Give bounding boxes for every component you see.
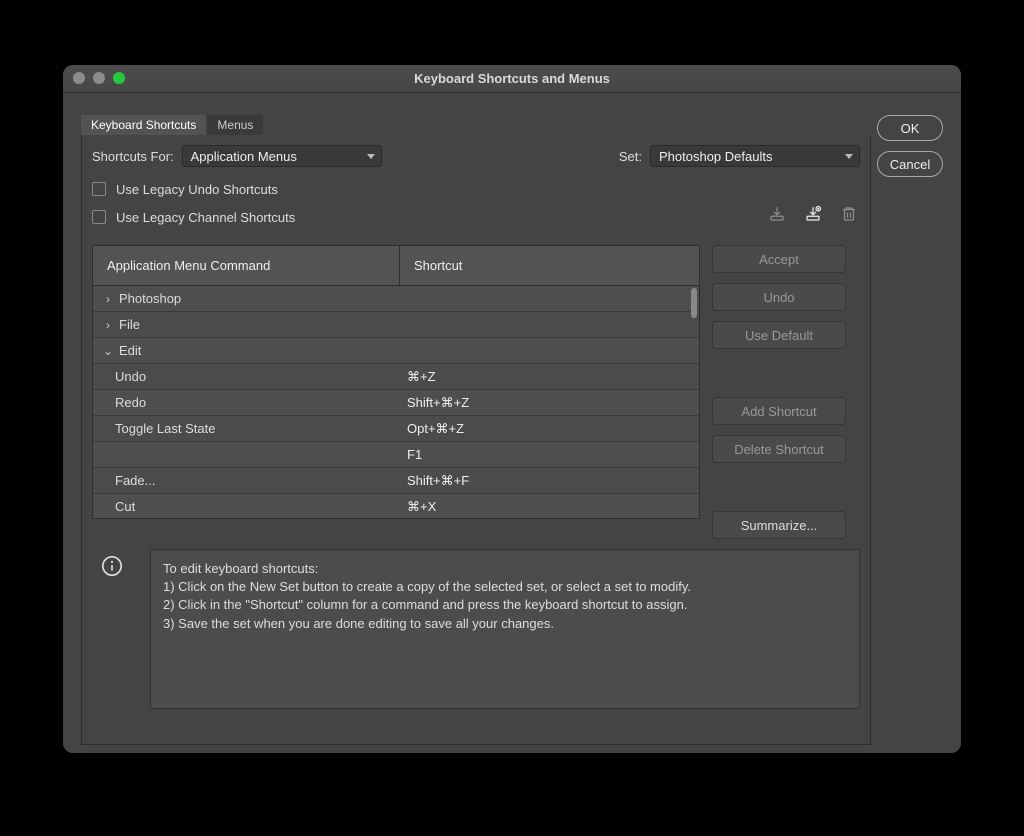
delete-shortcut-button: Delete Shortcut [712, 435, 846, 463]
table-row[interactable]: Fade... Shift+⌘+F [93, 468, 699, 494]
legacy-undo-label: Use Legacy Undo Shortcuts [116, 182, 278, 197]
help-box: To edit keyboard shortcuts: 1) Click on … [92, 549, 860, 709]
set-label: Set: [619, 149, 642, 164]
help-line-2: 2) Click in the "Shortcut" column for a … [163, 596, 847, 614]
help-line-3: 3) Save the set when you are done editin… [163, 615, 847, 633]
table-row[interactable]: Cut ⌘+X [93, 494, 699, 519]
shortcuts-table: Application Menu Command Shortcut ›Photo… [92, 245, 700, 519]
set-toolbar [768, 205, 858, 223]
main-panel: Keyboard Shortcuts Menus Shortcuts For: … [81, 115, 871, 745]
scrollbar-thumb[interactable] [691, 288, 697, 318]
accept-button: Accept [712, 245, 846, 273]
chevron-down-icon: ⌄ [97, 344, 119, 358]
column-command: Application Menu Command [93, 258, 399, 273]
table-row[interactable]: Toggle Last State Opt+⌘+Z [93, 416, 699, 442]
table-row[interactable]: F1 [93, 442, 699, 468]
summarize-button[interactable]: Summarize... [712, 511, 846, 539]
legacy-channel-label: Use Legacy Channel Shortcuts [116, 210, 295, 225]
table-row[interactable]: ⌄Edit [93, 338, 699, 364]
set-select[interactable]: Photoshop Defaults [650, 145, 860, 167]
close-window-button[interactable] [73, 72, 85, 84]
use-default-button: Use Default [712, 321, 846, 349]
table-row[interactable]: Redo Shift+⌘+Z [93, 390, 699, 416]
ok-button[interactable]: OK [877, 115, 943, 141]
tab-keyboard-shortcuts[interactable]: Keyboard Shortcuts [81, 115, 206, 135]
maximize-window-button[interactable] [113, 72, 125, 84]
help-line-1: 1) Click on the New Set button to create… [163, 578, 847, 596]
chevron-right-icon: › [97, 292, 119, 306]
delete-set-icon[interactable] [840, 205, 858, 223]
tab-bar: Keyboard Shortcuts Menus [81, 115, 871, 135]
save-set-icon[interactable] [768, 205, 786, 223]
side-buttons: Accept Undo Use Default Add Shortcut Del… [712, 245, 846, 539]
tab-menus[interactable]: Menus [207, 115, 263, 135]
legacy-channel-checkbox[interactable] [92, 210, 106, 224]
table-row[interactable]: ›File [93, 312, 699, 338]
legacy-undo-checkbox[interactable] [92, 182, 106, 196]
table-row[interactable]: ›Photoshop [93, 286, 699, 312]
new-set-icon[interactable] [804, 205, 822, 223]
help-heading: To edit keyboard shortcuts: [163, 560, 847, 578]
cancel-button[interactable]: Cancel [877, 151, 943, 177]
dialog-content: OK Cancel Keyboard Shortcuts Menus Short… [63, 93, 961, 753]
table-row[interactable]: Undo ⌘+Z [93, 364, 699, 390]
add-shortcut-button: Add Shortcut [712, 397, 846, 425]
info-icon [92, 549, 132, 709]
selector-row: Shortcuts For: Application Menus Set: Ph… [92, 145, 860, 167]
window-controls [73, 72, 125, 84]
chevron-right-icon: › [97, 318, 119, 332]
shortcuts-for-select[interactable]: Application Menus [182, 145, 382, 167]
titlebar: Keyboard Shortcuts and Menus [63, 65, 961, 93]
table-header: Application Menu Command Shortcut [92, 245, 700, 285]
undo-button: Undo [712, 283, 846, 311]
help-text: To edit keyboard shortcuts: 1) Click on … [150, 549, 860, 709]
dialog-right-column: OK Cancel [877, 115, 943, 177]
window-title: Keyboard Shortcuts and Menus [63, 71, 961, 86]
table-body[interactable]: ›Photoshop ›File ⌄Edit Undo [92, 285, 700, 519]
minimize-window-button[interactable] [93, 72, 105, 84]
shortcuts-for-label: Shortcuts For: [92, 149, 174, 164]
column-shortcut: Shortcut [399, 246, 699, 285]
tab-body: Shortcuts For: Application Menus Set: Ph… [81, 135, 871, 745]
dialog-window: Keyboard Shortcuts and Menus OK Cancel K… [63, 65, 961, 753]
